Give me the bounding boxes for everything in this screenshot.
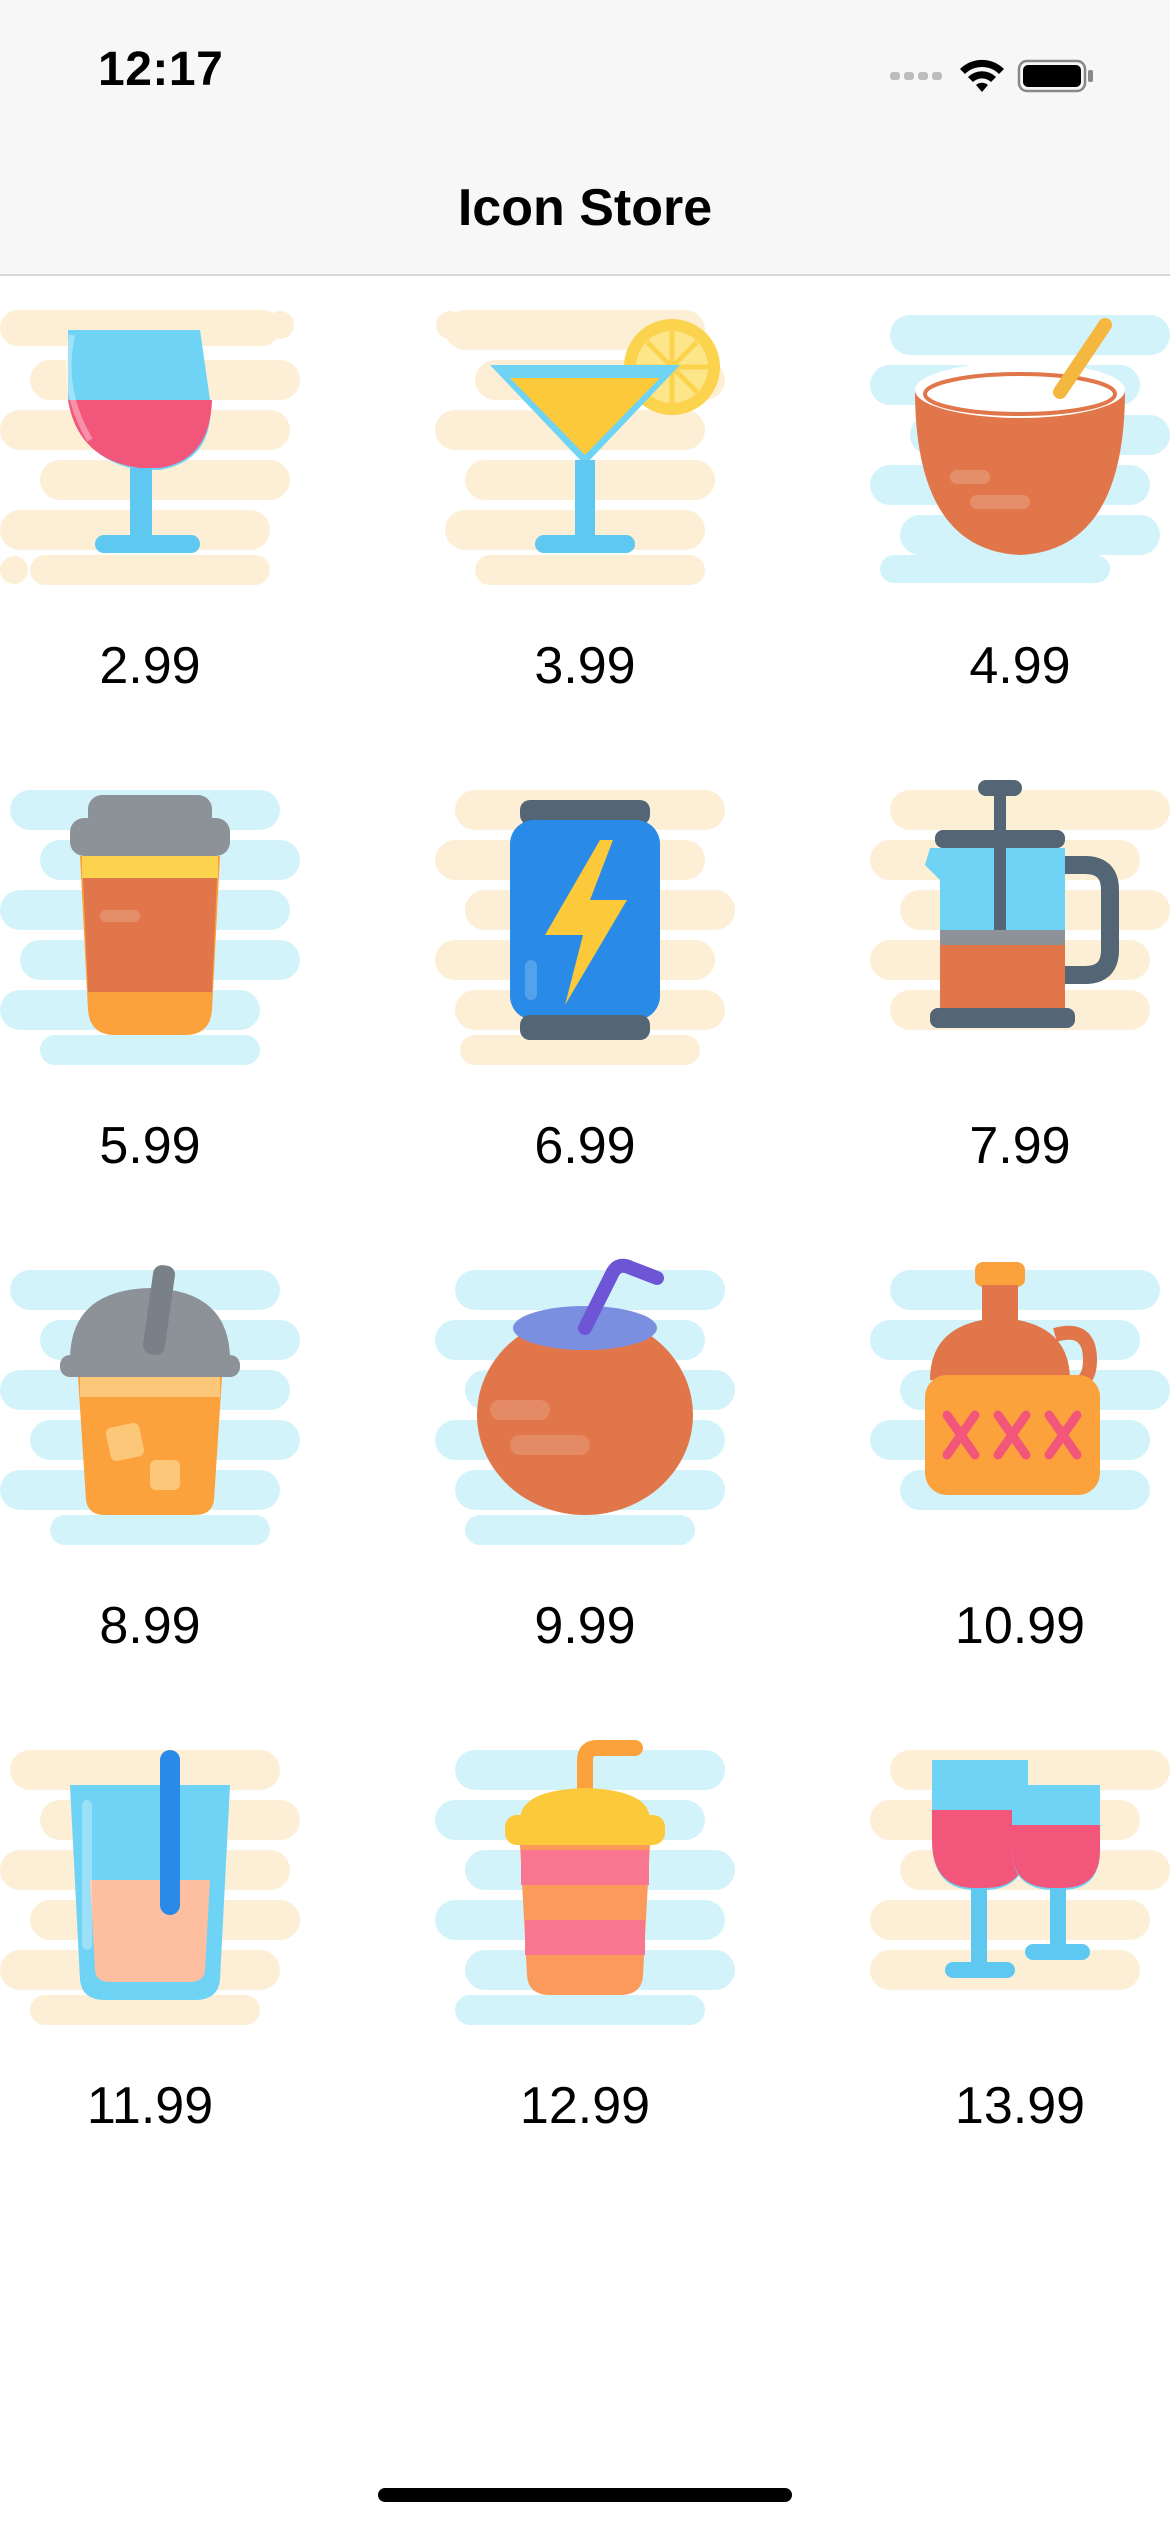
price-label: 5.99 (99, 1117, 201, 1175)
grid-item[interactable]: 5.99 (0, 756, 300, 1196)
grid-item[interactable]: 6.99 (435, 756, 735, 1196)
grid-item[interactable]: 10.99 (870, 1236, 1170, 1676)
grid-item[interactable]: 8.99 (0, 1236, 300, 1676)
status-icons (890, 59, 1093, 93)
coconut-bowl-icon (870, 290, 1170, 590)
french-press-icon (870, 770, 1170, 1070)
moonshine-jug-icon (870, 1250, 1170, 1550)
glass-with-straw-icon (0, 1730, 300, 2030)
price-label: 13.99 (954, 2077, 1086, 2135)
grid-item[interactable]: 11.99 (0, 1716, 300, 2156)
grid-item[interactable]: 4.99 (870, 276, 1170, 716)
price-label: 9.99 (534, 1597, 636, 1655)
signal-dots-icon (890, 72, 942, 80)
price-label: 2.99 (99, 637, 201, 695)
price-label: 11.99 (86, 2077, 214, 2135)
iced-drink-icon (0, 1250, 300, 1550)
price-label: 3.99 (534, 637, 636, 695)
price-label: 6.99 (534, 1117, 636, 1175)
price-label: 10.99 (954, 1597, 1086, 1655)
grid-item[interactable]: 3.99 (435, 276, 735, 716)
coffee-cup-icon (0, 770, 300, 1070)
navigation-bar: Icon Store (0, 140, 1170, 276)
energy-drink-can-icon (435, 770, 735, 1070)
home-indicator[interactable] (378, 2488, 792, 2502)
price-label: 12.99 (519, 2077, 651, 2135)
price-label: 8.99 (99, 1597, 201, 1655)
wifi-icon (960, 59, 1004, 92)
page-title: Icon Store (457, 179, 713, 237)
coconut-drink-icon (435, 1250, 735, 1550)
battery-icon (1017, 59, 1093, 93)
status-bar: 12:17 (0, 0, 1170, 140)
two-wine-glasses-icon (870, 1730, 1170, 2030)
cocktail-icon (435, 290, 735, 590)
grid-item[interactable]: 7.99 (870, 756, 1170, 1196)
status-time: 12:17 (98, 43, 224, 96)
grid-item[interactable]: 13.99 (870, 1716, 1170, 2156)
grid-item[interactable]: 12.99 (435, 1716, 735, 2156)
price-label: 7.99 (969, 1117, 1071, 1175)
price-label: 4.99 (969, 637, 1071, 695)
wine-glass-icon (0, 290, 300, 590)
grid-item[interactable]: 9.99 (435, 1236, 735, 1676)
grid-item[interactable]: 2.99 (0, 276, 300, 716)
soda-cup-icon (435, 1730, 735, 2030)
